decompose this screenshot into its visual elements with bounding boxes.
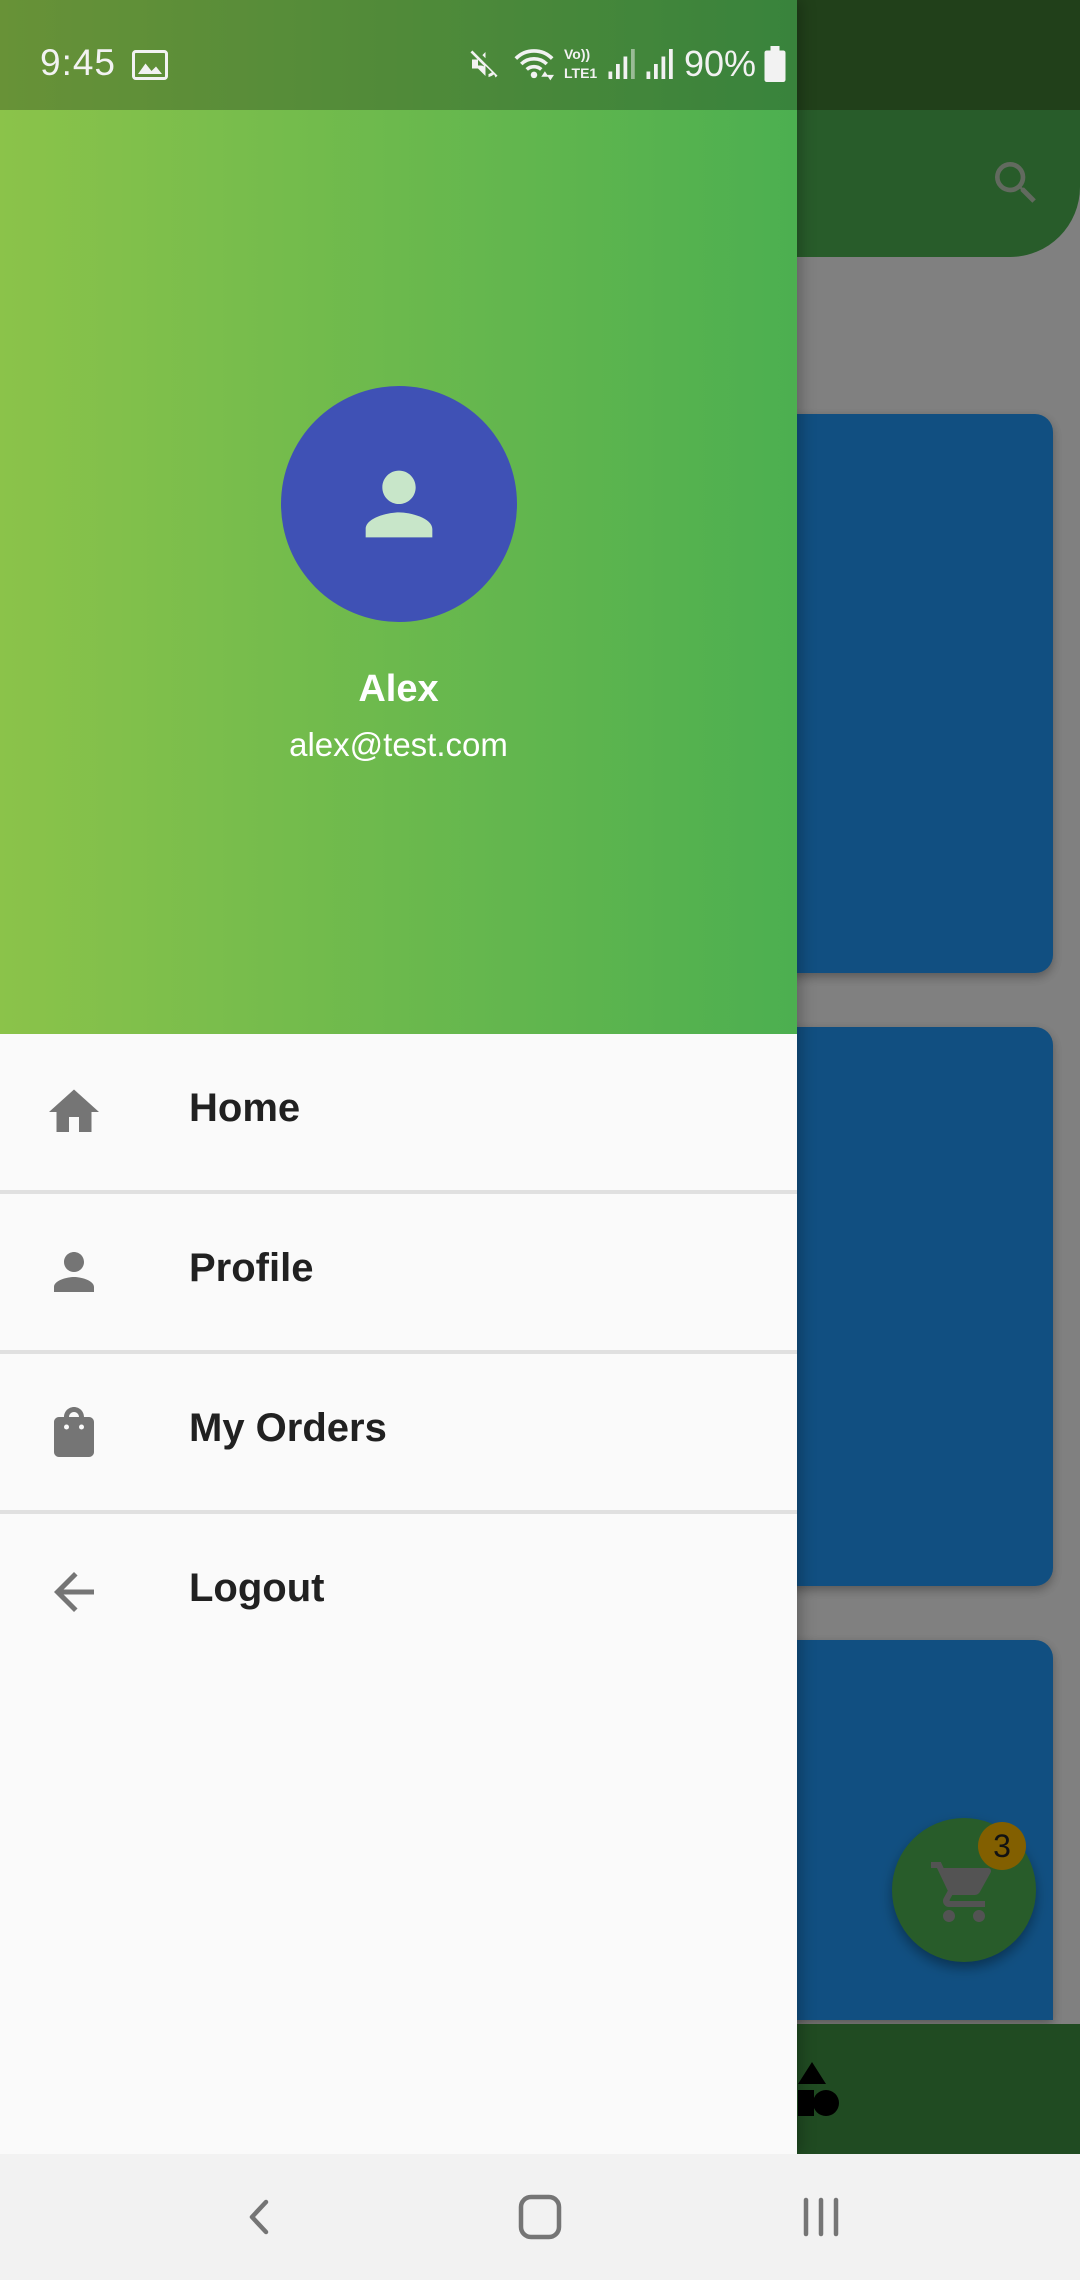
drawer-item-my-orders[interactable]: My Orders bbox=[0, 1354, 797, 1514]
volte-icon: Vo)) LTE1 bbox=[564, 46, 597, 81]
battery-icon bbox=[764, 46, 786, 82]
signal-icon bbox=[608, 49, 635, 79]
drawer-item-logout[interactable]: Logout bbox=[0, 1514, 797, 1674]
drawer-menu: Home Profile My Orders Logout bbox=[0, 1034, 797, 1674]
drawer-item-label: Logout bbox=[189, 1566, 325, 1610]
home-icon[interactable] bbox=[505, 2184, 575, 2250]
drawer-item-profile[interactable]: Profile bbox=[0, 1194, 797, 1354]
status-bar: 9:45 Vo)) LTE1 90% bbox=[0, 0, 797, 110]
person-icon bbox=[365, 470, 433, 538]
drawer-item-home[interactable]: Home bbox=[0, 1034, 797, 1194]
status-icons: Vo)) LTE1 90% bbox=[466, 43, 786, 84]
drawer-header: Alex alex@test.com bbox=[0, 0, 797, 1034]
user-name: Alex bbox=[358, 668, 439, 710]
image-icon bbox=[132, 50, 168, 80]
arrow-back-icon bbox=[54, 1572, 94, 1612]
person-icon bbox=[54, 1252, 94, 1292]
avatar bbox=[281, 386, 517, 622]
user-email: alex@test.com bbox=[289, 726, 508, 763]
shopping-bag-icon bbox=[54, 1407, 94, 1457]
back-icon[interactable] bbox=[224, 2184, 294, 2250]
signal-icon bbox=[646, 49, 673, 79]
wifi-icon bbox=[514, 49, 554, 81]
status-time: 9:45 bbox=[40, 42, 117, 83]
battery-percent: 90% bbox=[684, 43, 757, 84]
drawer-item-label: Profile bbox=[189, 1246, 314, 1290]
drawer-item-label: My Orders bbox=[189, 1406, 387, 1450]
svg-text:Vo)): Vo)) bbox=[564, 46, 590, 62]
navigation-drawer: Alex alex@test.com Home Profile My Order… bbox=[0, 0, 797, 2154]
system-navigation-bar bbox=[0, 2154, 1080, 2280]
home-icon bbox=[49, 1089, 99, 1132]
recents-icon[interactable] bbox=[786, 2184, 856, 2250]
svg-text:LTE1: LTE1 bbox=[564, 65, 597, 81]
mute-icon bbox=[470, 50, 498, 78]
drawer-item-label: Home bbox=[189, 1086, 301, 1130]
